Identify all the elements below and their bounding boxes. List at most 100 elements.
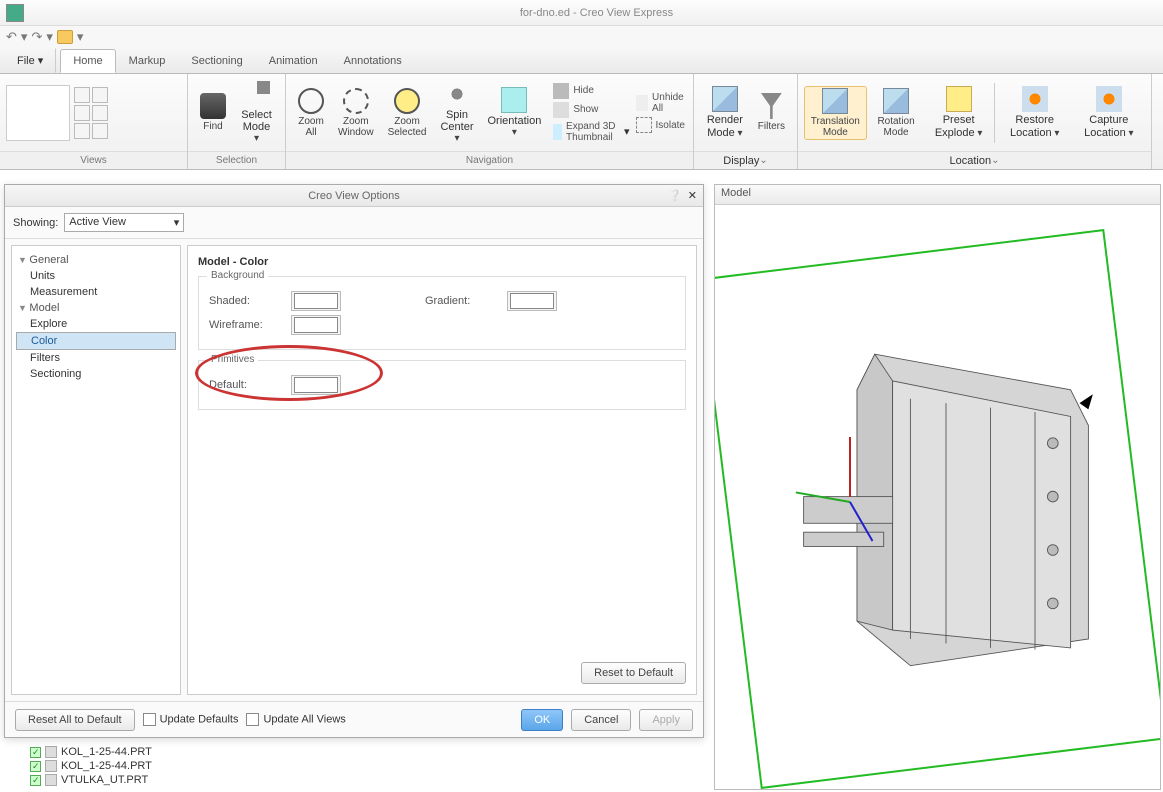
rotate-icon — [883, 88, 909, 114]
restore-icon — [1022, 86, 1048, 112]
default-color-swatch[interactable] — [291, 375, 341, 395]
ribbon-tab-bar: File ▾ Home Markup Sectioning Animation … — [0, 48, 1163, 74]
hide-button[interactable]: Hide — [551, 82, 631, 100]
preset-explode-button[interactable]: Preset Explode ▾ — [925, 84, 991, 140]
tree-node-model[interactable]: Model — [16, 300, 176, 316]
tree-item[interactable]: KOL_1-25-44.PRT — [30, 759, 152, 773]
binoculars-icon — [200, 93, 226, 119]
axis-z-icon — [849, 437, 851, 497]
zoom-window-icon — [343, 88, 369, 114]
view-save-icon[interactable] — [74, 123, 90, 139]
dropdown-icon[interactable]: ▾ — [77, 29, 84, 45]
cancel-button[interactable]: Cancel — [571, 709, 631, 731]
view-nav-left-icon[interactable] — [74, 87, 90, 103]
checkbox-icon[interactable] — [30, 775, 41, 786]
tab-file[interactable]: File ▾ — [4, 48, 56, 73]
tab-annotations[interactable]: Annotations — [331, 49, 415, 73]
orientation-button[interactable]: Orientation▾ — [482, 85, 548, 140]
dropdown-icon[interactable]: ▾ — [21, 29, 28, 45]
funnel-icon — [758, 93, 784, 119]
tree-node-units[interactable]: Units — [16, 268, 176, 284]
ribbon-group-display: Render Mode ▾ Filters Display ⌄ — [694, 74, 798, 169]
expand-thumbnail-button[interactable]: Expand 3D Thumbnail▾ — [551, 120, 631, 144]
capture-location-button[interactable]: Capture Location ▾ — [1073, 84, 1145, 140]
tree-node-general[interactable]: General — [16, 252, 176, 268]
tab-animation[interactable]: Animation — [256, 49, 331, 73]
view-list-icon[interactable] — [92, 87, 108, 103]
showing-select[interactable]: Active View ▾ — [64, 213, 184, 232]
tree-item[interactable]: KOL_1-25-44.PRT — [30, 745, 152, 759]
reset-all-button[interactable]: Reset All to Default — [15, 709, 135, 731]
dropdown-icon[interactable]: ▾ — [46, 29, 53, 45]
shaded-color-swatch[interactable] — [291, 291, 341, 311]
gradient-label: Gradient: — [425, 295, 495, 307]
open-folder-icon[interactable] — [57, 30, 73, 44]
group-label: Views — [0, 151, 187, 169]
view-more-icon[interactable] — [92, 123, 108, 139]
tab-sectioning[interactable]: Sectioning — [178, 49, 255, 73]
render-icon — [712, 86, 738, 112]
ribbon-group-views: Views — [0, 74, 188, 169]
view-grid-icon[interactable] — [92, 105, 108, 121]
find-button[interactable]: Find — [194, 91, 232, 134]
model-viewport[interactable] — [715, 205, 1160, 789]
fieldset-legend: Background — [207, 270, 268, 281]
tree-node-sectioning[interactable]: Sectioning — [16, 366, 176, 382]
checkbox-icon[interactable] — [30, 761, 41, 772]
tab-markup[interactable]: Markup — [116, 49, 179, 73]
update-views-checkbox[interactable]: Update All Views — [246, 713, 345, 726]
dialog-title: Creo View Options — [308, 190, 400, 202]
checkbox-icon[interactable] — [30, 747, 41, 758]
options-tree[interactable]: General Units Measurement Model Explore … — [11, 245, 181, 695]
tree-node-measurement[interactable]: Measurement — [16, 284, 176, 300]
view-thumbnail[interactable] — [6, 85, 70, 141]
view-nav-right-icon[interactable] — [74, 105, 90, 121]
unhide-all-button[interactable]: Unhide All — [634, 91, 690, 115]
showing-row: Showing: Active View ▾ — [5, 207, 703, 239]
help-icon[interactable]: ❔ — [668, 189, 682, 202]
reset-to-default-button[interactable]: Reset to Default — [581, 662, 686, 684]
show-button[interactable]: Show — [551, 101, 631, 119]
group-label: Selection — [188, 151, 285, 169]
isolate-icon — [636, 117, 652, 133]
zoom-window-button[interactable]: Zoom Window — [332, 86, 380, 140]
ribbon-group-navigation: Zoom All Zoom Window Zoom Selected Spin … — [286, 74, 694, 169]
title-bar: for-dno.ed - Creo View Express — [0, 0, 1163, 26]
spin-center-button[interactable]: Spin Center ▾ — [434, 79, 479, 146]
gradient-color-swatch[interactable] — [507, 291, 557, 311]
tree-node-filters[interactable]: Filters — [16, 350, 176, 366]
zoom-selected-button[interactable]: Zoom Selected — [382, 86, 433, 140]
undo-icon[interactable]: ↶ — [6, 29, 17, 45]
group-label: Navigation — [286, 151, 693, 169]
model-tree-partial: KOL_1-25-44.PRT KOL_1-25-44.PRT VTULKA_U… — [30, 745, 152, 787]
tree-node-explore[interactable]: Explore — [16, 316, 176, 332]
group-label: Location ⌄ — [798, 151, 1151, 169]
translation-mode-button[interactable]: Translation Mode — [804, 86, 867, 140]
zoom-all-button[interactable]: Zoom All — [292, 86, 330, 140]
select-mode-button[interactable]: Select Mode ▾ — [234, 79, 279, 146]
redo-icon[interactable]: ↷ — [31, 29, 42, 45]
isolate-button[interactable]: Isolate — [634, 116, 690, 134]
part-icon — [45, 774, 57, 786]
apply-button[interactable]: Apply — [639, 709, 693, 731]
app-icon — [6, 4, 24, 22]
translate-icon — [822, 88, 848, 114]
cursor-icon — [244, 81, 270, 107]
render-mode-button[interactable]: Render Mode ▾ — [700, 84, 750, 140]
filters-button[interactable]: Filters — [752, 91, 791, 134]
update-defaults-checkbox[interactable]: Update Defaults — [143, 713, 239, 726]
ok-button[interactable]: OK — [521, 709, 563, 731]
tree-node-color[interactable]: Color — [16, 332, 176, 350]
close-icon[interactable]: ✕ — [688, 189, 697, 202]
fieldset-legend: Primitives — [207, 354, 258, 365]
tab-home[interactable]: Home — [60, 49, 115, 73]
wireframe-label: Wireframe: — [209, 319, 279, 331]
restore-location-button[interactable]: Restore Location ▾ — [999, 84, 1071, 140]
model-panel-title: Model — [715, 185, 1160, 205]
tree-item[interactable]: VTULKA_UT.PRT — [30, 773, 152, 787]
model-panel: Model — [714, 184, 1161, 790]
rotation-mode-button[interactable]: Rotation Mode — [869, 86, 924, 140]
spin-icon — [444, 81, 470, 107]
showing-label: Showing: — [13, 217, 58, 229]
wireframe-color-swatch[interactable] — [291, 315, 341, 335]
